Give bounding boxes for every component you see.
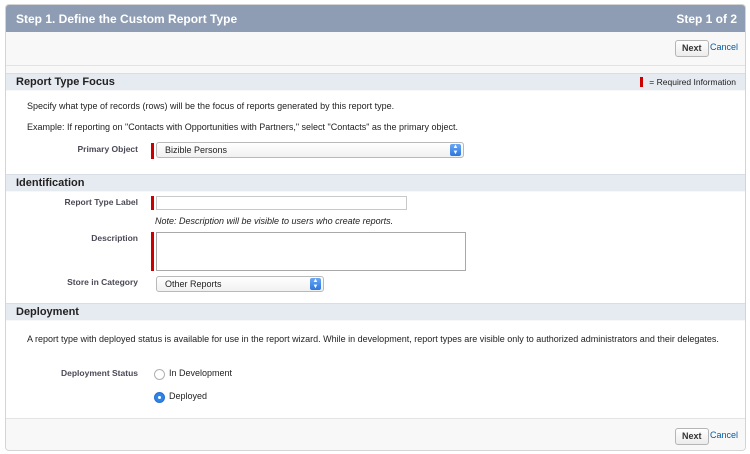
section-body-identification: Report Type Label Note: Description will… bbox=[6, 192, 745, 303]
report-type-label-label: Report Type Label bbox=[64, 197, 138, 207]
page-title: Step 1. Define the Custom Report Type bbox=[16, 12, 238, 26]
report-type-label-input[interactable] bbox=[156, 196, 407, 210]
next-button[interactable]: Next bbox=[675, 428, 709, 445]
required-marker-icon bbox=[151, 143, 154, 159]
section-header-deployment: Deployment bbox=[6, 303, 745, 320]
deployed-label[interactable]: Deployed bbox=[169, 391, 207, 401]
select-arrows-icon: ▲ ▼ bbox=[310, 278, 321, 290]
focus-description: Specify what type of records (rows) will… bbox=[27, 101, 395, 111]
category-select[interactable]: Other Reports ▲ ▼ bbox=[156, 276, 324, 292]
section-header-identification: Identification bbox=[6, 174, 745, 191]
top-button-row: Next Cancel bbox=[6, 32, 745, 66]
required-legend-text: = Required Information bbox=[649, 77, 736, 87]
section-body-deployment: A report type with deployed status is av… bbox=[6, 321, 745, 418]
in-development-label[interactable]: In Development bbox=[169, 368, 232, 378]
deployment-description: A report type with deployed status is av… bbox=[27, 334, 719, 344]
deployed-radio[interactable] bbox=[154, 392, 165, 403]
required-marker-icon bbox=[151, 232, 154, 271]
deployment-status-label: Deployment Status bbox=[61, 368, 138, 378]
section-body-report-type-focus: Specify what type of records (rows) will… bbox=[6, 91, 745, 174]
focus-example: Example: If reporting on "Contacts with … bbox=[27, 122, 458, 132]
description-label: Description bbox=[91, 233, 138, 243]
cancel-link[interactable]: Cancel bbox=[710, 430, 738, 440]
in-development-radio[interactable] bbox=[154, 369, 165, 380]
required-marker-icon bbox=[151, 196, 154, 210]
section-header-report-type-focus: Report Type Focus = Required Information bbox=[6, 73, 745, 90]
report-type-form: Step 1. Define the Custom Report Type St… bbox=[5, 4, 746, 451]
required-legend: = Required Information bbox=[640, 77, 736, 87]
select-arrows-icon: ▲ ▼ bbox=[450, 144, 461, 156]
required-marker-icon bbox=[640, 77, 644, 87]
primary-object-label: Primary Object bbox=[77, 144, 138, 154]
section-title: Deployment bbox=[16, 306, 79, 318]
section-title: Identification bbox=[16, 177, 85, 189]
bottom-button-row: Next Cancel bbox=[6, 418, 745, 450]
step-indicator: Step 1 of 2 bbox=[676, 12, 737, 26]
primary-object-select[interactable]: Bizible Persons ▲ ▼ bbox=[156, 142, 464, 158]
description-note: Note: Description will be visible to use… bbox=[155, 216, 394, 226]
next-button[interactable]: Next bbox=[675, 40, 709, 57]
title-bar: Step 1. Define the Custom Report Type St… bbox=[6, 5, 745, 32]
section-title: Report Type Focus bbox=[16, 76, 115, 88]
primary-object-value: Bizible Persons bbox=[165, 145, 228, 155]
cancel-link[interactable]: Cancel bbox=[710, 42, 738, 52]
store-in-category-label: Store in Category bbox=[67, 277, 138, 287]
category-value: Other Reports bbox=[165, 279, 222, 289]
description-textarea[interactable] bbox=[156, 232, 466, 271]
